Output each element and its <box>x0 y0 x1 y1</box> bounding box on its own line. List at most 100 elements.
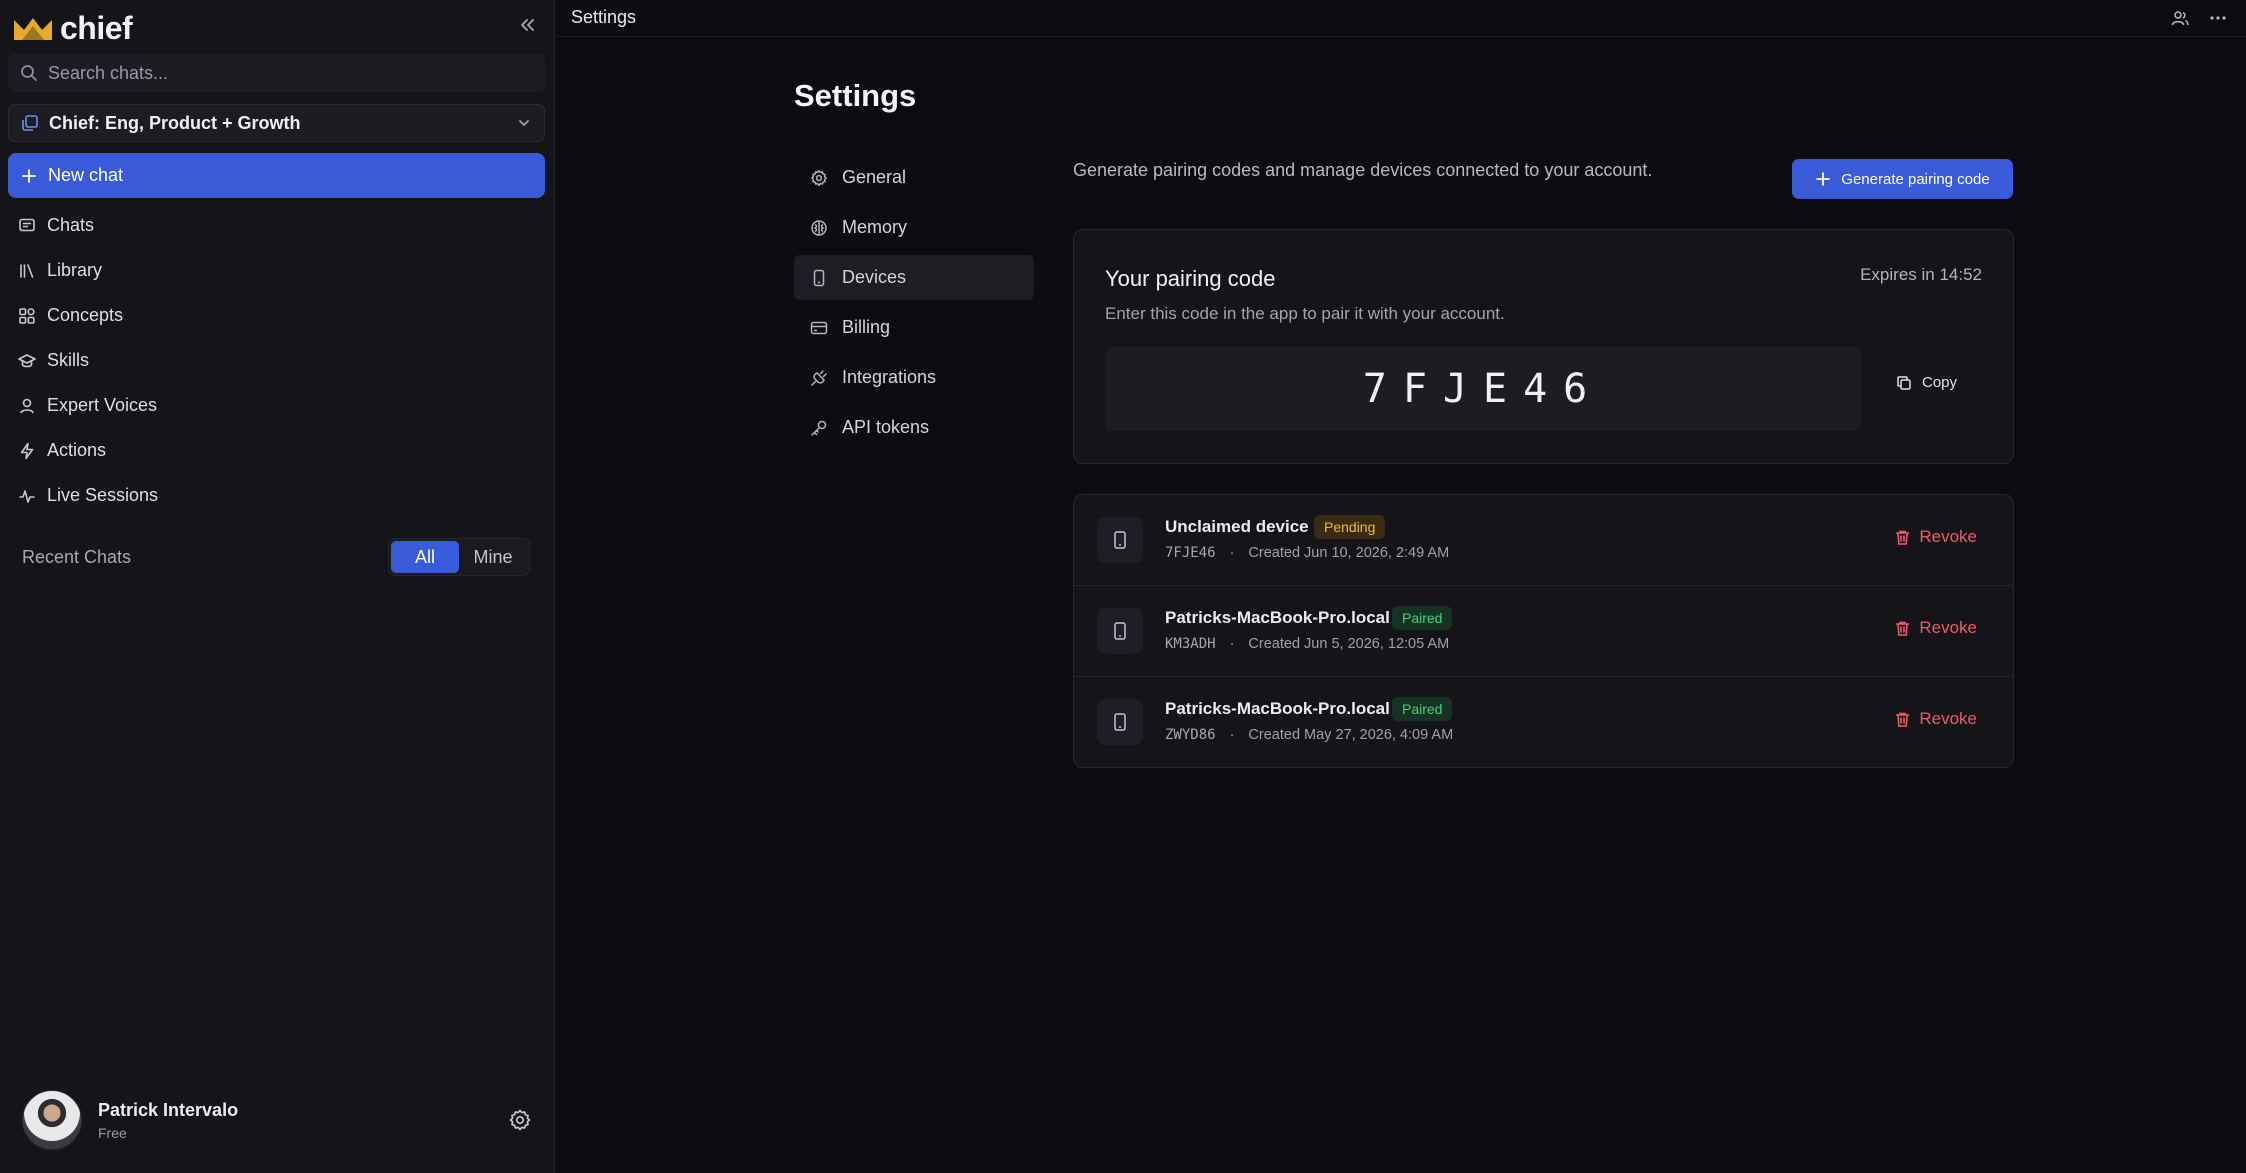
revoke-button[interactable]: Revoke <box>1894 709 1977 729</box>
meta-separator: · <box>1229 545 1235 561</box>
device-row: Patricks-MacBook-Pro.local Paired ZWYD86… <box>1074 677 2013 767</box>
device-phone-icon <box>1097 699 1143 745</box>
device-code: 7FJE46 <box>1165 545 1216 561</box>
phone-icon <box>813 269 825 286</box>
meta-separator: · <box>1229 727 1235 743</box>
settings-tab-label: Integrations <box>842 367 937 387</box>
filter-all-button[interactable]: All <box>391 541 459 573</box>
sidebar-item-concepts[interactable]: Concepts <box>8 293 545 338</box>
search-box[interactable] <box>8 54 545 92</box>
copy-button[interactable]: Copy <box>1896 374 1957 391</box>
user-plan: Free <box>98 1124 127 1141</box>
pairing-code-title: Your pairing code <box>1105 266 1276 291</box>
more-options-icon[interactable] <box>2208 8 2228 28</box>
trash-icon <box>1896 530 1910 545</box>
device-name: Unclaimed device <box>1165 517 1309 536</box>
generate-pairing-code-button[interactable]: Generate pairing code <box>1792 159 2013 199</box>
sidebar: chief Chief: Eng, Product + Growth New c… <box>0 0 555 1173</box>
sidebar-item-label: Actions <box>47 440 107 460</box>
settings-tab-general[interactable]: General <box>794 155 1034 200</box>
device-meta: 7FJE46 · Created Jun 10, 2026, 2:49 AM <box>1165 545 1449 561</box>
device-meta: ZWYD86 · Created May 27, 2026, 4:09 AM <box>1165 727 1453 743</box>
device-code: ZWYD86 <box>1165 727 1216 743</box>
settings-tab-label: Devices <box>842 267 907 287</box>
search-icon <box>21 65 37 81</box>
generate-pairing-code-label: Generate pairing code <box>1841 170 1990 188</box>
sidebar-item-chats[interactable]: Chats <box>8 203 545 248</box>
status-badge: Pending <box>1314 515 1386 539</box>
pairing-code-card: Your pairing code Enter this code in the… <box>1073 229 2014 464</box>
workspace-selector[interactable]: Chief: Eng, Product + Growth <box>8 104 545 142</box>
settings-tab-label: Billing <box>842 317 891 337</box>
trash-icon <box>1896 712 1910 727</box>
device-row: Unclaimed device Pending 7FJE46 · Create… <box>1074 495 2013 586</box>
revoke-button[interactable]: Revoke <box>1894 527 1977 547</box>
settings-tab-integrations[interactable]: Integrations <box>794 355 1034 400</box>
graduation-cap-icon <box>18 353 36 367</box>
avatar <box>22 1090 82 1150</box>
app-logo[interactable]: chief <box>12 10 133 47</box>
settings-tab-billing[interactable]: Billing <box>794 305 1034 350</box>
page-title: Settings <box>794 78 917 113</box>
settings-nav: General Memory Devices Billing Integrati… <box>794 155 1034 455</box>
chat-icon <box>19 218 35 231</box>
pairing-code-value[interactable]: 7FJE46 <box>1105 347 1861 431</box>
activity-icon <box>19 489 35 503</box>
new-chat-label: New chat <box>48 165 124 185</box>
sidebar-item-label: Concepts <box>47 305 124 325</box>
copy-label: Copy <box>1922 374 1958 391</box>
breadcrumb: Settings <box>571 7 637 27</box>
user-name: Patrick Intervalo <box>98 1099 239 1120</box>
recent-filter-toggle: All Mine <box>388 538 530 576</box>
device-created: Created Jun 5, 2026, 12:05 AM <box>1248 636 1450 652</box>
settings-tab-memory[interactable]: Memory <box>794 205 1034 250</box>
chevron-down-icon <box>519 120 529 127</box>
revoke-label: Revoke <box>1919 709 1977 728</box>
key-icon <box>811 420 827 436</box>
settings-tab-api-tokens[interactable]: API tokens <box>794 405 1034 450</box>
sidebar-nav: Chats Library Concepts Skills Expert Voi… <box>8 203 545 518</box>
plug-icon <box>811 369 827 386</box>
collapse-sidebar-icon[interactable] <box>516 14 538 36</box>
device-name: Patricks-MacBook-Pro.local <box>1165 608 1390 627</box>
sidebar-item-library[interactable]: Library <box>8 248 545 293</box>
copy-icon <box>1897 375 1911 390</box>
trash-icon <box>1896 621 1910 636</box>
search-input[interactable] <box>48 62 528 84</box>
new-chat-button[interactable]: New chat <box>8 153 545 198</box>
sidebar-item-skills[interactable]: Skills <box>8 338 545 383</box>
concepts-icon <box>19 307 35 324</box>
user-meta: Patrick Intervalo Free <box>98 1100 492 1141</box>
device-created: Created May 27, 2026, 4:09 AM <box>1248 727 1454 743</box>
sidebar-item-label: Skills <box>47 350 90 370</box>
revoke-label: Revoke <box>1919 527 1977 546</box>
top-bar: Settings <box>556 0 2246 37</box>
library-icon <box>20 263 34 278</box>
filter-mine-button[interactable]: Mine <box>459 541 527 573</box>
sidebar-item-actions[interactable]: Actions <box>8 428 545 473</box>
sidebar-item-live-sessions[interactable]: Live Sessions <box>8 473 545 518</box>
status-badge: Paired <box>1392 697 1453 721</box>
settings-tab-label: Memory <box>842 217 908 237</box>
settings-tab-devices[interactable]: Devices <box>794 255 1034 300</box>
plus-icon <box>22 168 36 183</box>
sidebar-item-expert-voices[interactable]: Expert Voices <box>8 383 545 428</box>
device-meta: KM3ADH · Created Jun 5, 2026, 12:05 AM <box>1165 636 1449 652</box>
person-icon <box>20 398 34 413</box>
pairing-code-expiry: Expires in 14:52 <box>1860 265 1982 284</box>
status-badge: Paired <box>1392 606 1453 630</box>
revoke-button[interactable]: Revoke <box>1894 618 1977 638</box>
brain-icon <box>811 219 827 236</box>
sidebar-item-label: Library <box>47 260 103 280</box>
meta-separator: · <box>1229 636 1235 652</box>
device-phone-icon <box>1097 608 1143 654</box>
gear-icon[interactable] <box>508 1108 532 1132</box>
user-profile[interactable]: Patrick Intervalo Free <box>22 1089 532 1151</box>
device-code: KM3ADH <box>1165 636 1216 652</box>
device-row: Patricks-MacBook-Pro.local Paired KM3ADH… <box>1074 586 2013 677</box>
workspace-name: Chief: Eng, Product + Growth <box>49 112 301 133</box>
settings-tab-label: API tokens <box>842 417 930 437</box>
plus-icon <box>1816 172 1831 186</box>
app-name: chief <box>60 10 133 46</box>
people-icon[interactable] <box>2170 8 2190 28</box>
